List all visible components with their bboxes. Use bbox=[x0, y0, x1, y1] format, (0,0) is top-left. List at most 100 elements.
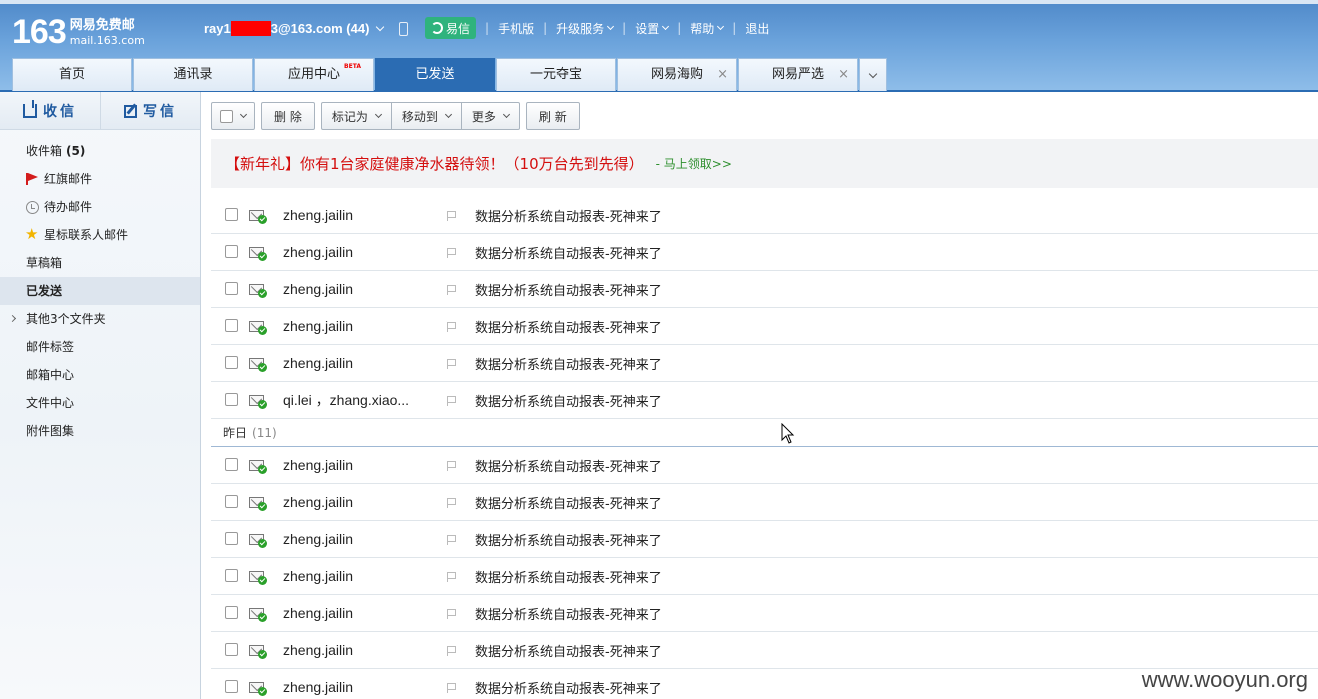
check-icon bbox=[258, 502, 267, 511]
promo-banner[interactable]: 【新年礼】你有1台家庭健康净水器待领！（10万台先到先得） - 马上领取>> bbox=[211, 139, 1318, 188]
mail-row[interactable]: zheng.jailin 数据分析系统自动报表-死神来了 bbox=[211, 447, 1318, 484]
folder-file-center[interactable]: 文件中心 bbox=[0, 389, 200, 417]
folder-mail-tags[interactable]: 邮件标签 bbox=[0, 333, 200, 361]
mail-row[interactable]: zheng.jailin 数据分析系统自动报表-死神来了 bbox=[211, 345, 1318, 382]
mobile-link[interactable]: 手机版 bbox=[498, 20, 534, 37]
close-icon[interactable]: × bbox=[838, 59, 849, 91]
logout-link[interactable]: 退出 bbox=[745, 20, 769, 37]
delete-button[interactable]: 删 除 bbox=[261, 102, 315, 130]
receive-button[interactable]: 收信 bbox=[0, 92, 100, 130]
recipient: zheng.jailin bbox=[283, 457, 354, 473]
folder-list: 收件箱 (5) 红旗邮件 待办邮件 ★ 星标联系人邮件 草稿箱 已发送 其他3个… bbox=[0, 130, 200, 445]
row-checkbox[interactable] bbox=[225, 569, 238, 582]
row-checkbox[interactable] bbox=[225, 458, 238, 471]
yixin-button[interactable]: 易信 bbox=[425, 17, 477, 39]
mail-row[interactable]: zheng.jailin 数据分析系统自动报表-死神来了 bbox=[211, 271, 1318, 308]
folder-label: 文件中心 bbox=[26, 396, 75, 410]
chevron-right-icon[interactable] bbox=[8, 314, 17, 323]
account-menu[interactable]: ray1 3@163.com (44) bbox=[204, 21, 409, 36]
flag-icon[interactable] bbox=[447, 285, 456, 295]
flag-icon[interactable] bbox=[447, 359, 456, 369]
tab-yiyuan[interactable]: 一元夺宝 bbox=[496, 58, 616, 91]
flag-icon[interactable] bbox=[447, 572, 456, 582]
folder-drafts[interactable]: 草稿箱 bbox=[0, 249, 200, 277]
mobile-icon[interactable] bbox=[399, 21, 409, 36]
mail-row[interactable]: zheng.jailin 数据分析系统自动报表-死神来了 bbox=[211, 632, 1318, 669]
flag-icon[interactable] bbox=[447, 535, 456, 545]
help-link[interactable]: 帮助 bbox=[690, 20, 725, 37]
tab-haigou-label: 网易海购 bbox=[650, 67, 703, 82]
mail-row[interactable]: zheng.jailin 数据分析系统自动报表-死神来了 bbox=[211, 558, 1318, 595]
mail-row[interactable]: zheng.jailin 数据分析系统自动报表-死神来了 bbox=[211, 197, 1318, 234]
flag-icon[interactable] bbox=[447, 211, 456, 221]
mail-row[interactable]: zheng.jailin 数据分析系统自动报表-死神来了 bbox=[211, 308, 1318, 345]
refresh-button[interactable]: 刷 新 bbox=[525, 102, 580, 130]
row-checkbox[interactable] bbox=[225, 680, 238, 693]
flag-icon[interactable] bbox=[447, 461, 456, 471]
more-button[interactable]: 更多 bbox=[460, 102, 520, 130]
flag-icon[interactable] bbox=[447, 248, 456, 258]
mail-row[interactable]: zheng.jailin 数据分析系统自动报表-死神来了 bbox=[211, 234, 1318, 271]
tab-haigou[interactable]: 网易海购 × bbox=[617, 58, 737, 91]
flag-icon[interactable] bbox=[447, 322, 456, 332]
row-checkbox[interactable] bbox=[225, 356, 238, 369]
select-all-checkbox[interactable] bbox=[220, 109, 233, 123]
row-checkbox[interactable] bbox=[225, 532, 238, 545]
chevron-down-icon bbox=[607, 22, 615, 31]
row-checkbox[interactable] bbox=[225, 208, 238, 221]
tab-contacts[interactable]: 通讯录 bbox=[133, 58, 253, 91]
subject: 数据分析系统自动报表-死神来了 bbox=[475, 681, 662, 697]
tab-app-center[interactable]: 应用中心 BETA bbox=[254, 58, 374, 91]
row-checkbox[interactable] bbox=[225, 282, 238, 295]
tab-home[interactable]: 首页 bbox=[12, 58, 132, 91]
move-to-label: 移动到 bbox=[401, 109, 438, 124]
recipient: zheng.jailin bbox=[283, 531, 354, 547]
upgrade-link[interactable]: 升级服务 bbox=[556, 20, 615, 37]
mail-list-panel: 删 除 标记为 移动到 更多 刷 新 【新年礼】你有1台家庭健康净水器待领！（1… bbox=[202, 92, 1318, 699]
more-tabs-button[interactable] bbox=[859, 58, 887, 91]
folder-label: 星标联系人邮件 bbox=[44, 228, 129, 242]
folder-label: 已发送 bbox=[26, 284, 63, 298]
mail-row[interactable]: zheng.jailin 数据分析系统自动报表-死神来了 bbox=[211, 521, 1318, 558]
folder-other[interactable]: 其他3个文件夹 bbox=[0, 305, 200, 333]
group-header-yesterday[interactable]: 昨日 (11) bbox=[211, 419, 1318, 447]
flag-icon[interactable] bbox=[447, 609, 456, 619]
flag-icon[interactable] bbox=[447, 646, 456, 656]
mail-row[interactable]: zheng.jailin 数据分析系统自动报表-死神来了 bbox=[211, 595, 1318, 632]
row-checkbox[interactable] bbox=[225, 393, 238, 406]
row-checkbox[interactable] bbox=[225, 495, 238, 508]
mobile-link-label: 手机版 bbox=[498, 21, 535, 36]
subject: 数据分析系统自动报表-死神来了 bbox=[475, 320, 662, 336]
write-button[interactable]: 写信 bbox=[100, 92, 200, 130]
select-all-dropdown[interactable] bbox=[211, 102, 255, 130]
row-checkbox[interactable] bbox=[225, 245, 238, 258]
folder-inbox[interactable]: 收件箱 (5) bbox=[0, 137, 200, 165]
group-label: 昨日 bbox=[223, 426, 248, 440]
mail-row[interactable]: qi.lei ，zhang.xiao... 数据分析系统自动报表-死神来了 bbox=[211, 382, 1318, 419]
mark-as-button[interactable]: 标记为 bbox=[320, 102, 392, 130]
folder-mailbox-center[interactable]: 邮箱中心 bbox=[0, 361, 200, 389]
chevron-down-icon bbox=[662, 22, 670, 31]
mail-row[interactable]: zheng.jailin 数据分析系统自动报表-死神来了 bbox=[211, 484, 1318, 521]
folder-red-flag[interactable]: 红旗邮件 bbox=[0, 165, 200, 193]
folder-todo[interactable]: 待办邮件 bbox=[0, 193, 200, 221]
tab-sent[interactable]: 已发送 bbox=[375, 58, 495, 91]
flag-icon[interactable] bbox=[447, 683, 456, 693]
close-icon[interactable]: × bbox=[717, 59, 728, 91]
promo-link[interactable]: - 马上领取>> bbox=[656, 155, 732, 172]
folder-attachments[interactable]: 附件图集 bbox=[0, 417, 200, 445]
row-checkbox[interactable] bbox=[225, 606, 238, 619]
tab-yanxuan[interactable]: 网易严选 × bbox=[738, 58, 858, 91]
logo[interactable]: 163 网易免费邮 mail.163.com bbox=[12, 14, 145, 50]
red-flag-icon bbox=[28, 173, 38, 181]
flag-icon[interactable] bbox=[447, 498, 456, 508]
flag-icon[interactable] bbox=[447, 396, 456, 406]
subject: 数据分析系统自动报表-死神来了 bbox=[475, 357, 662, 373]
folder-starred-contacts[interactable]: ★ 星标联系人邮件 bbox=[0, 221, 200, 249]
folder-sent[interactable]: 已发送 bbox=[0, 277, 200, 305]
move-to-button[interactable]: 移动到 bbox=[390, 102, 462, 130]
settings-link[interactable]: 设置 bbox=[635, 20, 670, 37]
row-checkbox[interactable] bbox=[225, 319, 238, 332]
row-checkbox[interactable] bbox=[225, 643, 238, 656]
logo-cn: 网易免费邮 bbox=[69, 18, 135, 33]
